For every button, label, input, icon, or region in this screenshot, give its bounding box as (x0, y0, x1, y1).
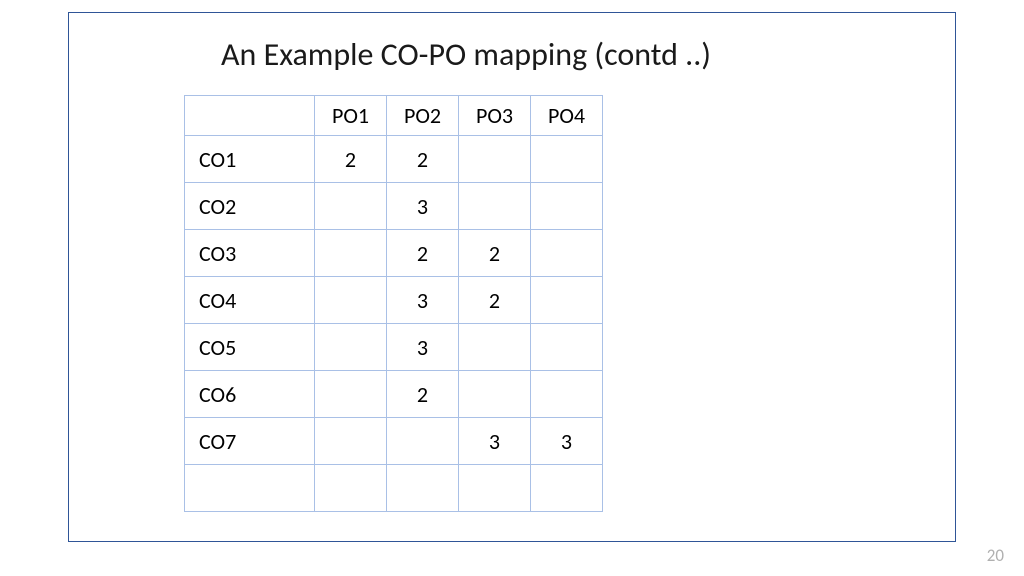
page-number: 20 (987, 545, 1004, 566)
cell: 3 (387, 324, 459, 371)
cell: 3 (531, 418, 603, 465)
cell: 2 (387, 136, 459, 183)
row-label: CO7 (185, 418, 315, 465)
cell (531, 230, 603, 277)
table-row: CO4 3 2 (185, 277, 603, 324)
table-row: CO7 3 3 (185, 418, 603, 465)
cell (315, 230, 387, 277)
cell: 2 (459, 277, 531, 324)
col-header: PO3 (459, 96, 531, 136)
table-row: CO1 2 2 (185, 136, 603, 183)
cell (315, 418, 387, 465)
cell: 3 (387, 183, 459, 230)
slide-title: An Example CO-PO mapping (contd ..) (221, 35, 711, 74)
cell: 3 (459, 418, 531, 465)
cell (459, 371, 531, 418)
cell (315, 465, 387, 512)
col-header: PO4 (531, 96, 603, 136)
table-corner-cell (185, 96, 315, 136)
slide-frame: An Example CO-PO mapping (contd ..) PO1 … (68, 12, 956, 542)
cell (531, 183, 603, 230)
table-row: CO3 2 2 (185, 230, 603, 277)
table-row (185, 465, 603, 512)
table-header-row: PO1 PO2 PO3 PO4 (185, 96, 603, 136)
cell: 3 (387, 277, 459, 324)
cell (387, 418, 459, 465)
cell (531, 465, 603, 512)
cell (531, 136, 603, 183)
table-row: CO5 3 (185, 324, 603, 371)
row-label: CO5 (185, 324, 315, 371)
row-label: CO2 (185, 183, 315, 230)
cell: 2 (387, 230, 459, 277)
cell (315, 371, 387, 418)
cell (387, 465, 459, 512)
cell (531, 371, 603, 418)
col-header: PO1 (315, 96, 387, 136)
cell (315, 183, 387, 230)
cell (459, 324, 531, 371)
row-label: CO6 (185, 371, 315, 418)
table-row: CO6 2 (185, 371, 603, 418)
cell: 2 (459, 230, 531, 277)
row-label: CO1 (185, 136, 315, 183)
row-label (185, 465, 315, 512)
cell (531, 324, 603, 371)
cell (315, 324, 387, 371)
cell (459, 465, 531, 512)
cell (315, 277, 387, 324)
co-po-mapping-table: PO1 PO2 PO3 PO4 CO1 2 2 CO2 3 CO3 2 2 C (184, 95, 603, 512)
col-header: PO2 (387, 96, 459, 136)
cell: 2 (387, 371, 459, 418)
table-row: CO2 3 (185, 183, 603, 230)
cell (459, 183, 531, 230)
row-label: CO3 (185, 230, 315, 277)
row-label: CO4 (185, 277, 315, 324)
cell: 2 (315, 136, 387, 183)
cell (531, 277, 603, 324)
cell (459, 136, 531, 183)
